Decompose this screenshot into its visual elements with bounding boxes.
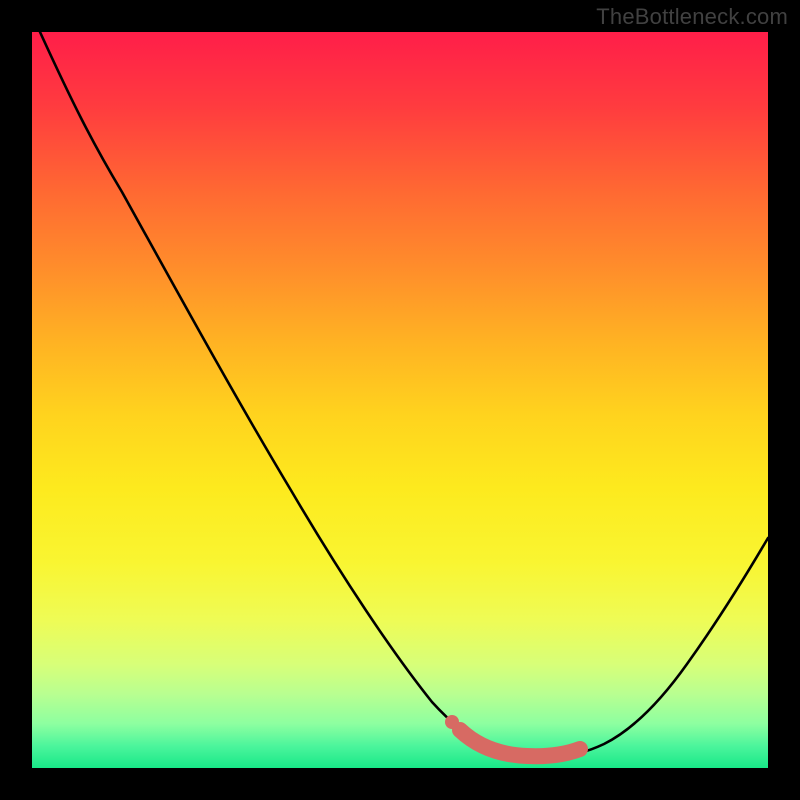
plot-area <box>32 32 768 768</box>
bottleneck-curve <box>40 32 768 756</box>
watermark-text: TheBottleneck.com <box>596 4 788 30</box>
optimal-range-marker <box>460 730 580 756</box>
chart-frame: TheBottleneck.com <box>0 0 800 800</box>
optimal-range-start-dot <box>445 715 459 729</box>
curve-overlay <box>32 32 768 768</box>
